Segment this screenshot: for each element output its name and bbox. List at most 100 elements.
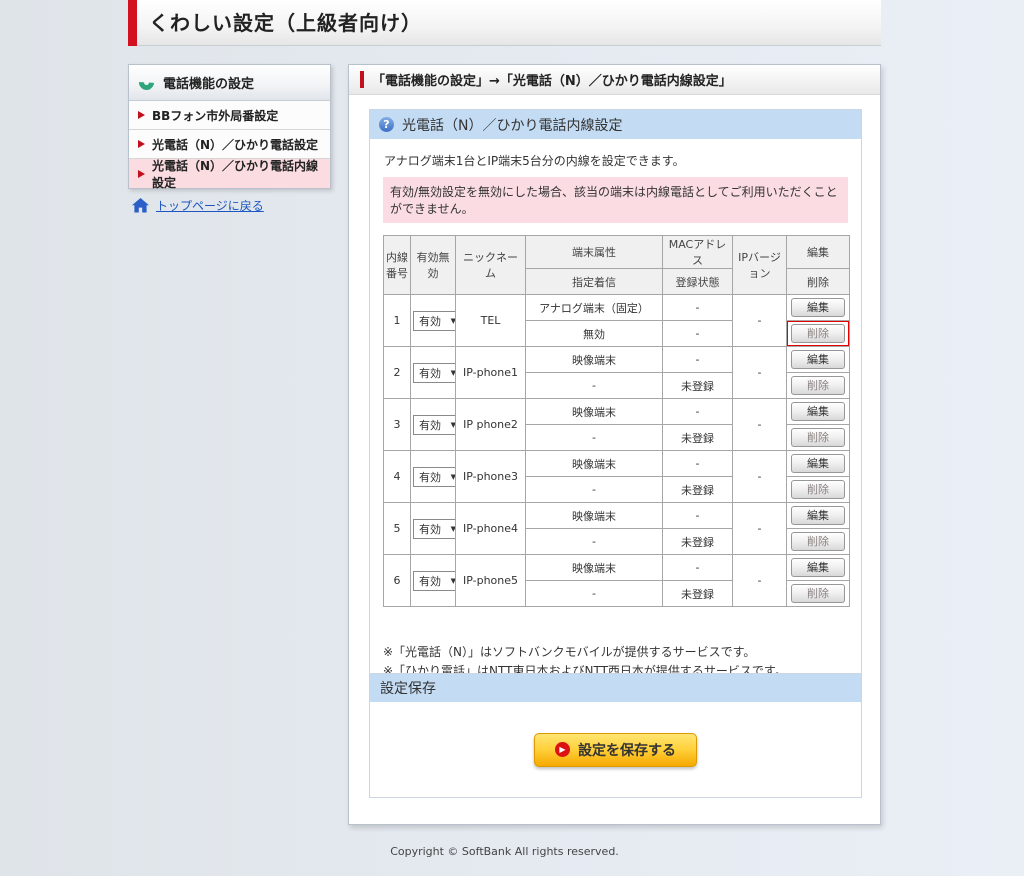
delete-button[interactable]: 削除 [791, 584, 845, 603]
cell-terminal-attr: アナログ端末（固定） [526, 295, 663, 321]
cell-nickname: TEL [456, 295, 526, 347]
cell-edit: 編集 [787, 503, 850, 529]
cell-delete: 削除 [787, 581, 850, 607]
col-header-enabled: 有効無効 [411, 236, 456, 295]
col-header-incoming: 指定着信 [526, 269, 663, 295]
edit-button[interactable]: 編集 [791, 558, 845, 577]
delete-button[interactable]: 削除 [791, 532, 845, 551]
sidebar-item-bbphone-area-code[interactable]: BBフォン市外局番設定 [129, 101, 330, 130]
enabled-value: 有効 [419, 521, 441, 537]
cell-ip-version: - [733, 399, 787, 451]
delete-button[interactable]: 削除 [791, 376, 845, 395]
cell-reg-status: 未登録 [663, 477, 733, 503]
cell-mac-address: - [663, 399, 733, 425]
enabled-value: 有効 [419, 417, 441, 433]
enabled-select[interactable]: 有効 ▼ [413, 311, 456, 331]
enabled-value: 有効 [419, 573, 441, 589]
cell-edit: 編集 [787, 451, 850, 477]
edit-button[interactable]: 編集 [791, 402, 845, 421]
table-header: 内線 番号 有効無効 ニックネーム 端末属性 MACアドレス IPバージョン 編… [384, 236, 850, 295]
cell-terminal-attr: 映像端末 [526, 503, 663, 529]
section-body: アナログ端末1台とIP端末5台分の内線を設定できます。 有効/無効設定を無効にし… [370, 139, 861, 698]
cell-terminal-attr: 映像端末 [526, 399, 663, 425]
cell-edit: 編集 [787, 347, 850, 373]
dropdown-arrow-icon: ▼ [451, 525, 456, 533]
cell-mac-address: - [663, 451, 733, 477]
breadcrumb-bar: 「電話機能の設定」→「光電話（N）／ひかり電話内線設定」 [349, 65, 880, 95]
section-title-bar: ? 光電話（N）／ひかり電話内線設定 [370, 110, 861, 139]
col-header-edit: 編集 [787, 236, 850, 269]
sidebar-header-label: 電話機能の設定 [163, 73, 254, 92]
cell-ip-version: - [733, 451, 787, 503]
dropdown-arrow-icon: ▼ [451, 317, 456, 325]
page-header: くわしい設定（上級者向け） [128, 0, 881, 46]
edit-button[interactable]: 編集 [791, 298, 845, 317]
save-settings-button-label: 設定を保存する [578, 740, 676, 760]
cell-reg-status: 未登録 [663, 373, 733, 399]
table-row: 2有効▼IP-phone1映像端末--編集 [384, 347, 850, 373]
enabled-value: 有効 [419, 365, 441, 381]
delete-button[interactable]: 削除 [791, 480, 845, 499]
edit-button[interactable]: 編集 [791, 350, 845, 369]
dropdown-arrow-icon: ▼ [451, 473, 456, 481]
edit-button[interactable]: 編集 [791, 506, 845, 525]
cell-terminal-attr: 映像端末 [526, 347, 663, 373]
sidebar-item-label: 光電話（N）／ひかり電話内線設定 [152, 157, 330, 191]
save-settings-button[interactable]: ▶ 設定を保存する [534, 733, 697, 767]
cell-edit: 編集 [787, 555, 850, 581]
col-header-line-number: 内線 番号 [384, 236, 411, 295]
cell-enabled: 有効▼ [411, 347, 456, 399]
sidebar-header: 電話機能の設定 [129, 65, 330, 101]
enabled-select[interactable]: 有効 ▼ [413, 519, 456, 539]
col-header-delete: 削除 [787, 269, 850, 295]
cell-terminal-attr: 映像端末 [526, 451, 663, 477]
enabled-select[interactable]: 有効▼ [413, 415, 456, 435]
warning-message: 有効/無効設定を無効にした場合、該当の端末は内線電話としてご利用いただくことがで… [383, 177, 848, 223]
save-section-title: 設定保存 [370, 674, 861, 702]
enabled-select[interactable]: 有効▼ [413, 363, 456, 383]
cell-line-number: 4 [384, 451, 411, 503]
back-to-top-link[interactable]: トップページに戻る [156, 197, 264, 214]
section-title: 光電話（N）／ひかり電話内線設定 [402, 115, 622, 135]
cell-line-number: 6 [384, 555, 411, 607]
cell-incoming: - [526, 425, 663, 451]
cell-edit: 編集 [787, 295, 850, 321]
cell-reg-status: - [663, 321, 733, 347]
arrow-right-icon [138, 111, 145, 119]
cell-reg-status: 未登録 [663, 425, 733, 451]
cell-edit: 編集 [787, 399, 850, 425]
cell-mac-address: - [663, 555, 733, 581]
table-row: 3有効▼IP phone2映像端末--編集 [384, 399, 850, 425]
cell-ip-version: - [733, 295, 787, 347]
edit-button[interactable]: 編集 [791, 454, 845, 473]
cell-incoming: - [526, 373, 663, 399]
enabled-value: 有効 [419, 469, 441, 485]
sidebar-item-hikari-phone-settings[interactable]: 光電話（N）／ひかり電話設定 [129, 130, 330, 159]
arrow-right-icon [138, 140, 145, 148]
header-accent-bar [128, 0, 137, 46]
cell-incoming: - [526, 529, 663, 555]
cell-enabled: 有効 ▼ [411, 295, 456, 347]
cell-delete: 削除 [787, 373, 850, 399]
cell-mac-address: - [663, 295, 733, 321]
cell-incoming: - [526, 477, 663, 503]
enabled-select[interactable]: 有効 ▼ [413, 467, 456, 487]
col-header-terminal-attr: 端末属性 [526, 236, 663, 269]
copyright-footer: Copyright © SoftBank All rights reserved… [128, 845, 881, 858]
cell-enabled: 有効 ▼ [411, 503, 456, 555]
cell-delete: 削除 [787, 529, 850, 555]
section-description: アナログ端末1台とIP端末5台分の内線を設定できます。 [384, 152, 848, 169]
sidebar-item-label: BBフォン市外局番設定 [152, 107, 278, 124]
delete-button[interactable]: 削除 [791, 324, 845, 343]
sidebar-item-hikari-phone-extension-settings[interactable]: 光電話（N）／ひかり電話内線設定 [129, 159, 330, 188]
cell-enabled: 有効▼ [411, 399, 456, 451]
cell-delete: 削除 [787, 425, 850, 451]
delete-button[interactable]: 削除 [791, 428, 845, 447]
table-body: 1有効▼TELアナログ端末（固定）--編集無効-削除2有効▼IP-phone1映… [384, 295, 850, 607]
enabled-value: 有効 [419, 313, 441, 329]
enabled-select[interactable]: 有効▼ [413, 571, 456, 591]
col-header-mac-address: MACアドレス [663, 236, 733, 269]
cell-terminal-attr: 映像端末 [526, 555, 663, 581]
cell-line-number: 2 [384, 347, 411, 399]
cell-mac-address: - [663, 503, 733, 529]
